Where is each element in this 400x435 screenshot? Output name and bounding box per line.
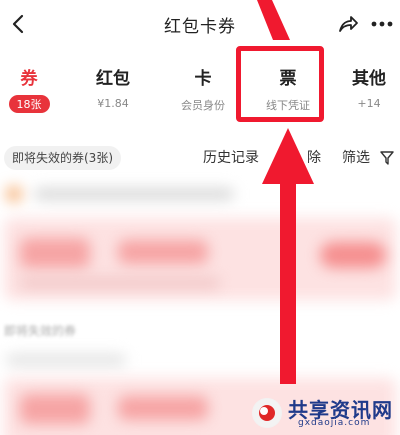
more-button[interactable] xyxy=(368,10,396,38)
tab-label: 红包 xyxy=(96,69,130,89)
coupon-page: 红包卡券 券 18张 红包 ¥1.84 卡 会员身份 票 线下凭证 其他 +14… xyxy=(0,0,400,435)
coupon-amount-blur xyxy=(20,238,90,268)
watermark-logo xyxy=(252,398,282,428)
expiring-coupons-chip[interactable]: 即将失效的券(3张) xyxy=(4,146,121,170)
site-watermark: 共享资讯网 gxdaojia.com xyxy=(238,392,400,435)
watermark-url: gxdaojia.com xyxy=(298,418,371,428)
more-icon xyxy=(371,21,393,27)
coupon-title-blur xyxy=(118,240,208,264)
tab-cards[interactable]: 卡 会员身份 xyxy=(168,50,238,122)
share-button[interactable] xyxy=(334,10,362,38)
tab-coupons[interactable]: 券 18张 xyxy=(0,50,58,122)
tab-subtitle: 会员身份 xyxy=(181,99,225,112)
store-avatar xyxy=(6,186,22,202)
count-badge: 18张 xyxy=(8,95,50,113)
filter-bar: 即将失效的券(3张) 历史记录 除 筛选 xyxy=(0,142,400,174)
tab-subtitle: +14 xyxy=(357,97,381,110)
tab-subtitle: ¥1.84 xyxy=(97,97,129,110)
chevron-left-icon xyxy=(12,14,24,34)
tab-red-packets[interactable]: 红包 ¥1.84 xyxy=(58,50,168,122)
store-name-blur xyxy=(34,188,234,200)
page-title: 红包卡券 xyxy=(164,16,236,37)
tab-label: 券 xyxy=(20,69,38,89)
back-button[interactable] xyxy=(4,10,32,38)
store-name-blur xyxy=(6,354,126,366)
section-label: 即将失效的券 xyxy=(4,324,77,338)
tab-label: 卡 xyxy=(194,69,212,89)
funnel-icon[interactable] xyxy=(380,151,394,165)
top-bar: 红包卡券 xyxy=(0,0,400,48)
share-icon xyxy=(339,16,358,32)
use-button-blur xyxy=(320,242,386,268)
delete-link[interactable]: 除 xyxy=(307,146,321,170)
tickets-highlight-box xyxy=(236,46,324,122)
coupon-amount-blur xyxy=(20,394,90,424)
tab-others[interactable]: 其他 +14 xyxy=(338,50,400,122)
category-tabs: 券 18张 红包 ¥1.84 卡 会员身份 票 线下凭证 其他 +14 xyxy=(0,50,400,122)
filter-button[interactable]: 筛选 xyxy=(342,146,370,170)
coupon-desc-blur xyxy=(20,278,220,288)
coupon-title-blur xyxy=(118,396,208,420)
tab-label: 其他 xyxy=(352,69,386,89)
history-link[interactable]: 历史记录 xyxy=(203,146,259,170)
